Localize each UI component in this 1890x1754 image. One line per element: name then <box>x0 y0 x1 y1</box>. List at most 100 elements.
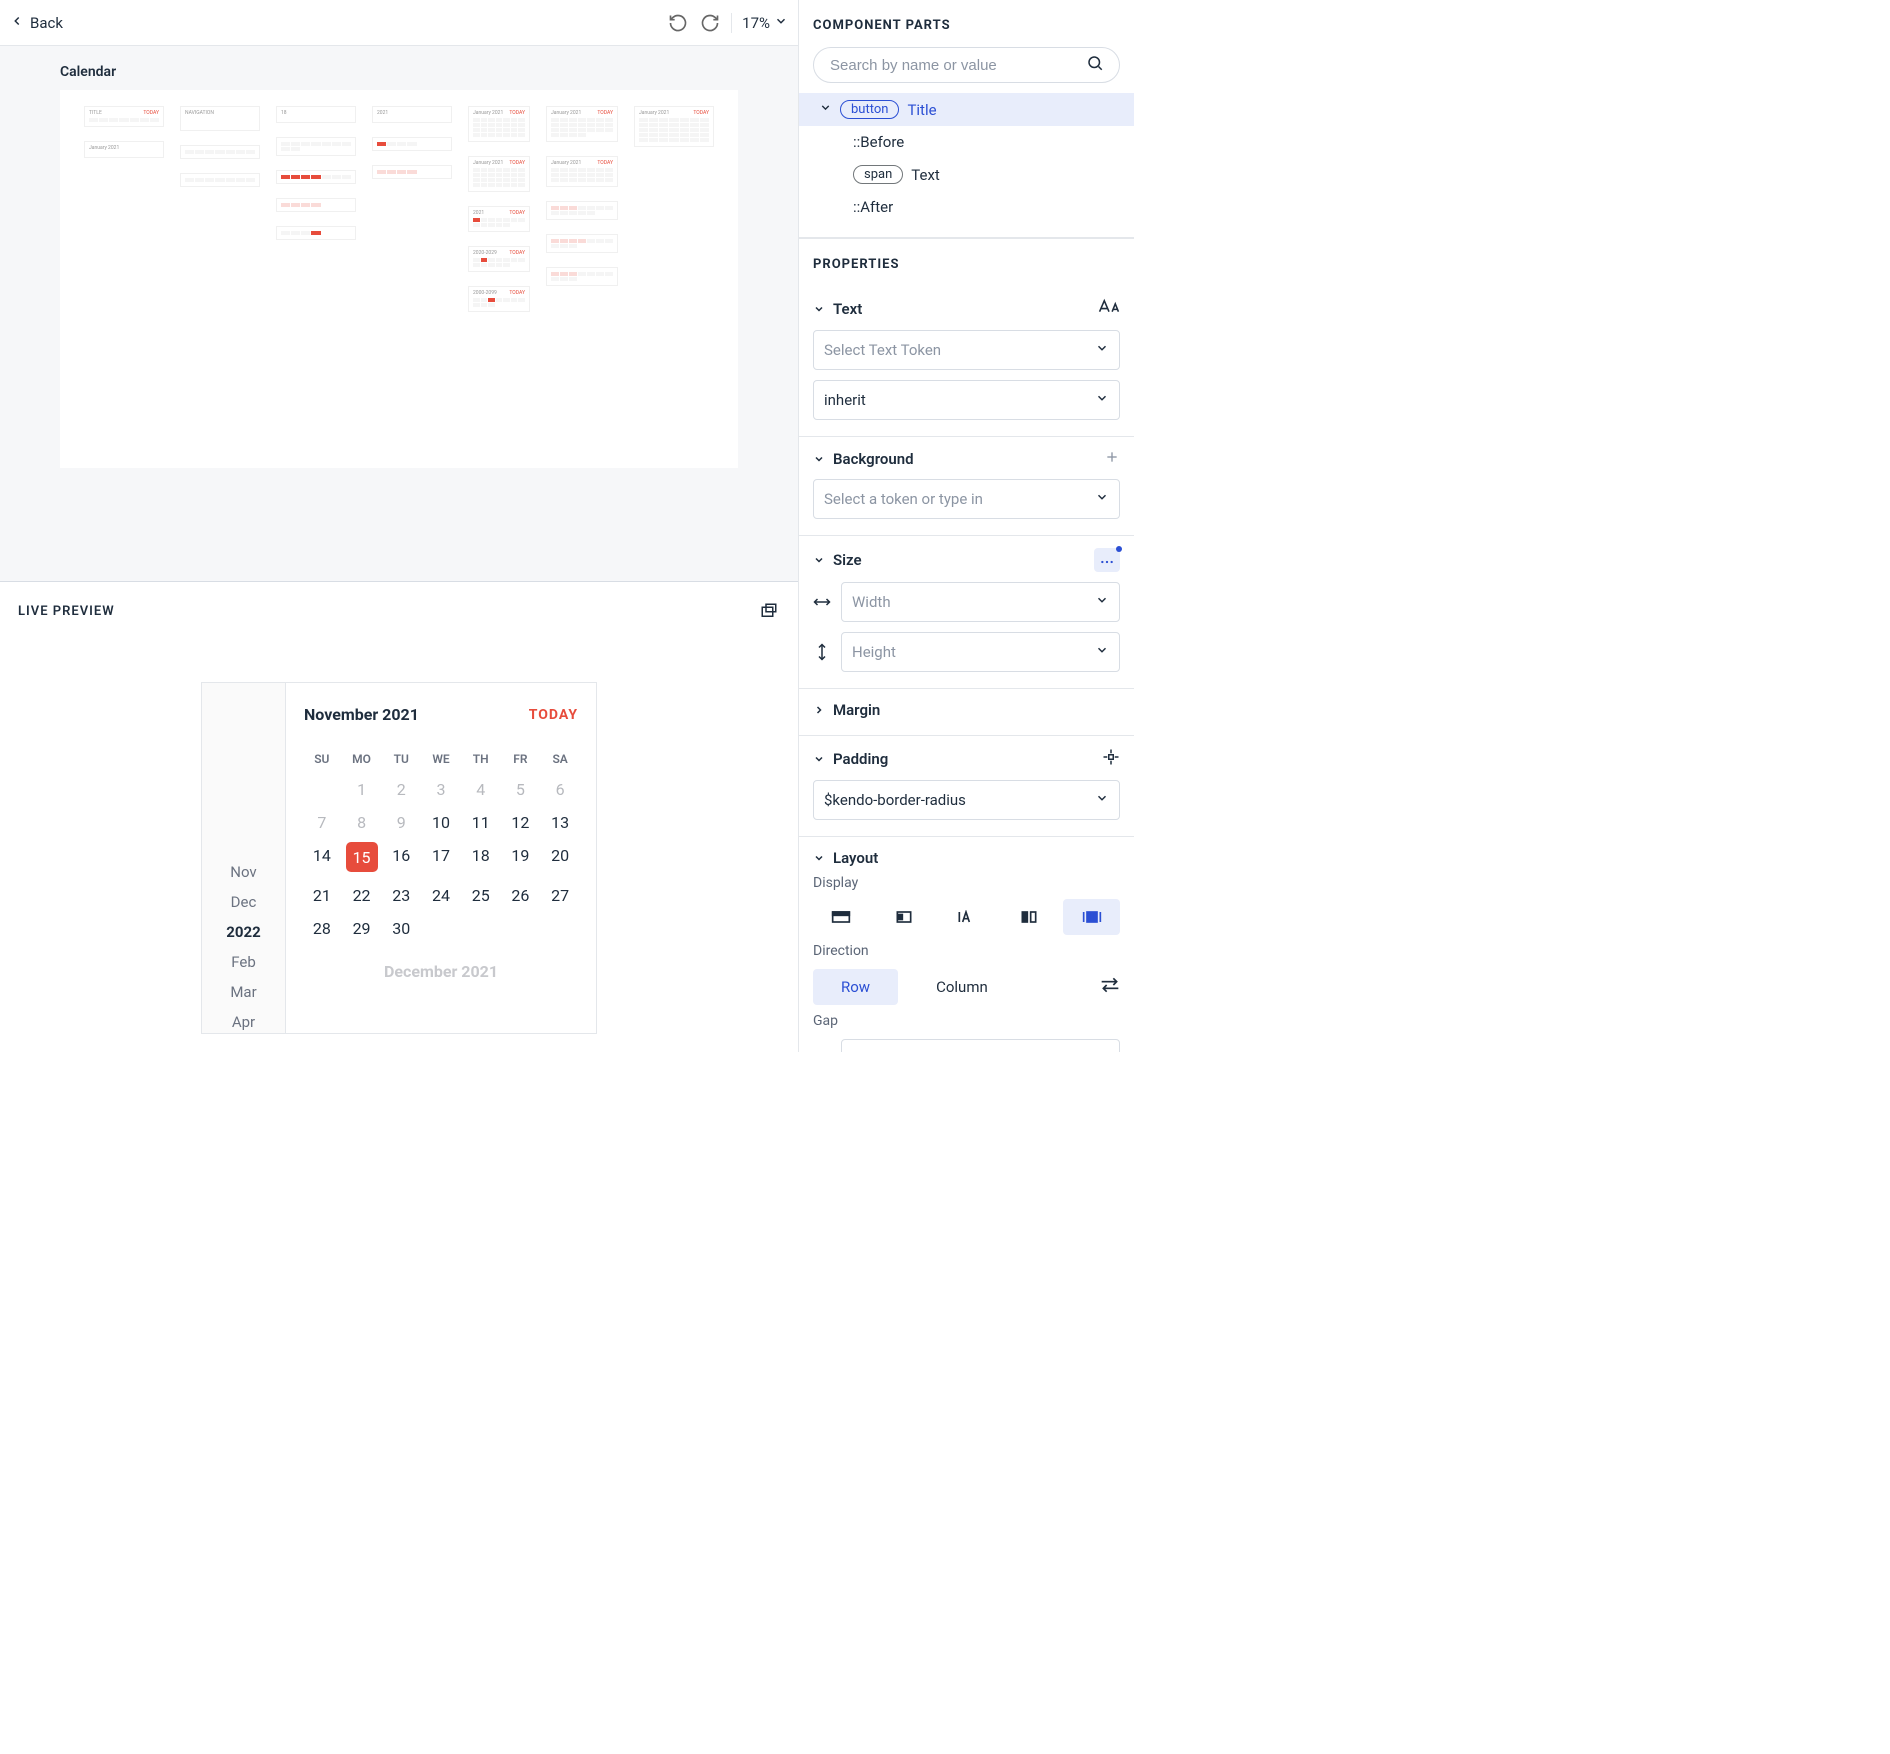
canvas-area[interactable]: Calendar TITLETODAY January 2021 NAVIGAT… <box>0 46 798 581</box>
calendar-day[interactable]: 17 <box>423 846 459 872</box>
search-icon <box>1086 54 1104 76</box>
calendar-day[interactable]: 30 <box>383 919 419 938</box>
select-value: 4px <box>852 1050 876 1052</box>
calendar-day[interactable]: 27 <box>542 886 578 905</box>
component-parts-search-input[interactable] <box>813 47 1120 83</box>
calendar-day[interactable]: 8 <box>344 813 380 832</box>
calendar-day[interactable]: 6 <box>542 780 578 799</box>
calendar-side-item[interactable]: Feb <box>231 953 256 971</box>
calendar-today-button[interactable]: TODAY <box>529 707 578 723</box>
direction-row-button[interactable]: Row <box>813 969 898 1005</box>
back-button[interactable]: Back <box>10 14 63 32</box>
chevron-down-icon <box>813 753 825 765</box>
direction-column-button[interactable]: Column <box>908 969 1016 1005</box>
chevron-down-icon <box>819 101 832 118</box>
select-placeholder: Width <box>852 593 891 611</box>
background-token-dropdown[interactable]: Select a token or type in <box>813 479 1120 519</box>
calendar-day[interactable]: 19 <box>503 846 539 872</box>
calendar-day <box>304 780 340 799</box>
text-value-dropdown[interactable]: inherit <box>813 380 1120 420</box>
calendar-day[interactable]: 20 <box>542 846 578 872</box>
property-label: Margin <box>833 701 880 719</box>
calendar-day[interactable]: 16 <box>383 846 419 872</box>
chevron-right-icon <box>813 704 825 716</box>
component-parts-heading: COMPONENT PARTS <box>799 0 1134 47</box>
display-option-inline-block[interactable] <box>876 899 933 935</box>
select-value: inherit <box>824 391 866 409</box>
tree-item-after[interactable]: ::After <box>799 191 1134 223</box>
property-padding-toggle[interactable]: Padding <box>813 748 1120 770</box>
calendar-day[interactable]: 25 <box>463 886 499 905</box>
property-size-toggle[interactable]: Size <box>813 548 1120 572</box>
more-options-button[interactable] <box>1094 548 1120 572</box>
text-token-dropdown[interactable]: Select Text Token <box>813 330 1120 370</box>
calendar-day[interactable]: 1 <box>344 780 380 799</box>
tree-item-label: Title <box>907 101 936 119</box>
calendar-month-title[interactable]: November 2021 <box>304 705 419 724</box>
calendar-day[interactable]: 23 <box>383 886 419 905</box>
property-layout-toggle[interactable]: Layout <box>813 849 1120 867</box>
typography-icon[interactable] <box>1098 298 1120 320</box>
calendar-day[interactable]: 7 <box>304 813 340 832</box>
padding-value-dropdown[interactable]: $kendo-border-radius <box>813 780 1120 820</box>
property-label: Padding <box>833 750 888 768</box>
display-toggle-group <box>813 899 1120 935</box>
calendar-grid: SUMOTUWETHFRSA12345678910111213141516171… <box>304 752 578 938</box>
display-label: Display <box>813 875 1120 891</box>
calendar-day[interactable]: 18 <box>463 846 499 872</box>
calendar-day[interactable]: 2 <box>383 780 419 799</box>
chevron-down-icon <box>1095 593 1109 611</box>
calendar-day[interactable]: 15 <box>344 846 380 872</box>
display-option-block[interactable] <box>813 899 870 935</box>
property-background-toggle[interactable]: Background <box>813 449 1120 469</box>
calendar-day[interactable]: 22 <box>344 886 380 905</box>
property-label: Text <box>833 300 862 318</box>
chevron-left-icon <box>10 14 24 32</box>
width-dropdown[interactable]: Width <box>841 582 1120 622</box>
display-option-flex[interactable] <box>1001 899 1058 935</box>
redo-button[interactable] <box>699 12 721 34</box>
undo-button[interactable] <box>667 12 689 34</box>
calendar-day[interactable]: 29 <box>344 919 380 938</box>
tree-item-title[interactable]: button Title <box>799 93 1134 126</box>
plus-icon[interactable] <box>1104 449 1120 469</box>
chevron-down-icon <box>1095 643 1109 661</box>
display-option-inline[interactable] <box>938 899 995 935</box>
calendar-day[interactable]: 3 <box>423 780 459 799</box>
zoom-dropdown[interactable]: 17% <box>742 14 788 32</box>
calendar-side-item[interactable]: Mar <box>230 983 256 1001</box>
display-option-inline-flex[interactable] <box>1063 899 1120 935</box>
calendar-day[interactable]: 4 <box>463 780 499 799</box>
calendar-day[interactable]: 12 <box>503 813 539 832</box>
property-background: Background Select a token or type in <box>799 437 1134 536</box>
calendar-day[interactable]: 5 <box>503 780 539 799</box>
arrows-horizontal-icon <box>813 596 831 608</box>
popout-button[interactable] <box>758 600 780 622</box>
calendar-day[interactable]: 10 <box>423 813 459 832</box>
element-tag-pill: button <box>840 100 899 119</box>
calendar-day[interactable]: 14 <box>304 846 340 872</box>
property-margin-toggle[interactable]: Margin <box>813 701 1120 719</box>
property-text-toggle[interactable]: Text <box>813 298 1120 320</box>
calendar-side-item[interactable]: Nov <box>230 863 256 881</box>
calendar-day[interactable]: 28 <box>304 919 340 938</box>
calendar-side-nav[interactable]: Nov Dec 2022 Feb Mar Apr <box>202 683 286 1034</box>
calendar-day[interactable]: 13 <box>542 813 578 832</box>
tree-item-before[interactable]: ::Before <box>799 126 1134 158</box>
calendar-day <box>542 919 578 938</box>
expand-sides-icon[interactable] <box>1102 748 1120 770</box>
gap-value-dropdown[interactable]: 4px <box>841 1039 1120 1052</box>
calendar-side-item[interactable]: 2022 <box>226 923 260 941</box>
select-placeholder: Select a token or type in <box>824 490 983 508</box>
calendar-side-item[interactable]: Apr <box>232 1013 255 1031</box>
calendar-dow: SU <box>304 752 340 766</box>
swap-icon[interactable] <box>1100 977 1120 997</box>
calendar-day[interactable]: 24 <box>423 886 459 905</box>
calendar-day[interactable]: 26 <box>503 886 539 905</box>
calendar-day[interactable]: 11 <box>463 813 499 832</box>
tree-item-text[interactable]: span Text <box>799 158 1134 191</box>
calendar-side-item[interactable]: Dec <box>231 893 257 911</box>
calendar-day[interactable]: 9 <box>383 813 419 832</box>
calendar-day[interactable]: 21 <box>304 886 340 905</box>
height-dropdown[interactable]: Height <box>841 632 1120 672</box>
